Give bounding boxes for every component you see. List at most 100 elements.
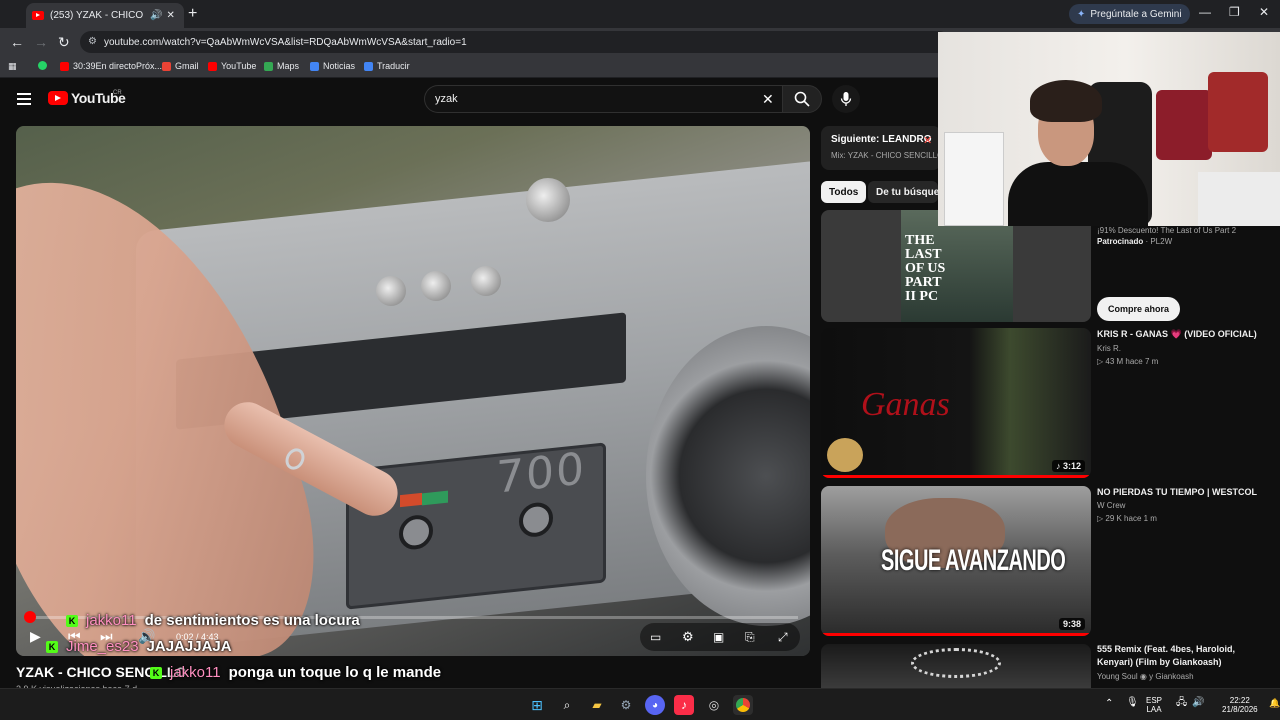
bookmark-news[interactable]: Noticias [310,61,355,71]
video-title[interactable]: NO PIERDAS TU TIEMPO | WESTCOL [1097,486,1267,499]
subtitles-icon[interactable]: ▭ [650,630,661,644]
clear-search-icon[interactable]: ✕ [762,91,774,108]
mix-label: Mix: YZAK - CHICO SENCILLO [831,151,944,160]
chat-username: jakko11 [170,664,221,681]
bookmark-label: Traducir [377,61,410,71]
search-button[interactable] [782,85,822,113]
bookmark-label: Noticias [323,61,356,71]
search-icon [794,91,810,107]
chat-message: K Jime_es23 JAJAJJAJA [46,638,232,655]
channel-line: Young Soul ◉ y Giankoash [1097,672,1194,681]
play-icon[interactable]: ▶ [30,628,41,645]
close-next-icon[interactable]: ✕ [923,134,932,147]
channel-name[interactable]: Kris R. [1097,344,1121,353]
show-hidden-icons-icon[interactable]: ⌃ [1105,699,1113,709]
bed-image [1198,172,1280,226]
kick-badge-icon: K [46,640,58,653]
channel-name[interactable]: W Crew [1097,501,1125,510]
bookmark-label: Maps [277,61,300,71]
forward-arrow-icon[interactable]: → [34,34,48,50]
streamer-hair-image [1030,80,1102,122]
youtube-favicon-icon [32,11,44,20]
clock-time: 22:22 [1229,696,1250,705]
address-bar[interactable]: ⚙ youtube.com/watch?v=QaAbWmWcVSA&list=R… [80,31,950,53]
cast-icon[interactable]: ⎘ [745,630,755,645]
new-tab-button[interactable]: + [188,5,197,23]
shoe-shelf-image [944,132,1004,226]
verified-icon: ◉ [1139,672,1147,681]
ad-thumb-text: THE LAST OF US PART II PC [905,233,946,304]
watched-progress-bar [821,475,1091,478]
notifications-icon[interactable]: 🔔 [1269,699,1280,708]
language-indicator[interactable]: ESP LAA [1146,696,1162,714]
ad-thumbnail[interactable]: THE LAST OF US PART II PC [821,210,1091,322]
ask-gemini-button[interactable]: ✦ Pregúntale a Gemini [1069,4,1190,24]
site-info-icon[interactable]: ⚙ [88,36,97,47]
news-icon [310,61,319,71]
apps-grid-icon[interactable]: ▦ [8,61,17,72]
channel-name[interactable]: Young Soul [1097,672,1138,681]
settings-gear-icon[interactable]: ⚙ [616,695,636,715]
search-icon[interactable]: ⌕ [557,695,577,715]
next-label: Siguiente: LEANDRO [831,134,932,145]
chrome-icon[interactable] [733,695,753,715]
thumb-text: SIGUE AVANZANDO [881,544,1066,578]
video-thumbnail[interactable]: SIGUE AVANZANDO 9:38 [821,486,1091,636]
bookmark-gmail[interactable]: Gmail [162,61,199,71]
settings-gear-icon[interactable]: ⚙ [682,629,694,645]
bookmark-maps[interactable]: Maps [264,61,299,71]
streaming-app-icon[interactable]: ◎ [704,695,724,715]
menu-icon[interactable] [17,93,31,105]
minimize-window-icon[interactable]: — [1199,5,1211,19]
country-code: CR [113,90,122,96]
discord-icon[interactable]: ◕ [645,695,665,715]
reload-icon[interactable]: ↻ [58,34,70,51]
video-title[interactable]: KRIS R - GANAS 💗 (VIDEO OFICIAL) [1097,328,1267,341]
scrubber-handle[interactable] [24,611,36,623]
volume-icon[interactable]: 🔊 [1192,698,1204,708]
chip-all[interactable]: Todos [821,181,867,203]
browser-tab-youtube[interactable]: (253) YZAK - CHICO SENCILLO 🔊 ✕ [26,3,184,28]
jersey-image [1156,90,1212,160]
microphone-icon[interactable]: 🎙 [1126,698,1139,708]
bookmark-youtube[interactable]: YouTube [208,61,256,71]
bookmark-live[interactable]: 30:39En directoPróx... [60,61,162,71]
video-thumbnail[interactable]: Ganas ♪ 3:12 [821,328,1091,478]
whatsapp-icon[interactable] [38,61,47,70]
close-window-icon[interactable]: ✕ [1259,5,1269,19]
fullscreen-icon[interactable]: ⤢ [778,630,788,645]
ad-channel-line: Patrocinado · PL2W [1097,237,1173,246]
video-thumbnail[interactable] [821,644,1091,688]
windows-start-icon[interactable]: ⊞ [527,695,547,715]
playlist-next-card[interactable]: Siguiente: LEANDRO Mix: YZAK - CHICO SEN… [821,126,944,170]
chat-text: ponga un toque lo q le mande [228,664,442,681]
miniplayer-icon[interactable]: ▣ [713,630,724,644]
speaker-icon[interactable]: 🔊 [150,10,162,21]
duration-badge: 9:38 [1058,618,1085,630]
music-app-icon[interactable]: ♪ [674,695,694,715]
video-title[interactable]: 555 Remix (Feat. 4bes, Haroloid, Kenyari… [1097,643,1267,669]
search-input[interactable]: yzak [424,85,784,113]
browser-tab-bar: (253) YZAK - CHICO SENCILLO 🔊 ✕ + ✦ Preg… [0,0,1280,28]
kick-badge-icon: K [150,666,162,679]
knob-image [376,276,406,306]
voice-search-button[interactable] [832,85,860,113]
chip-from-search[interactable]: De tu búsqueda [868,181,938,203]
network-icon[interactable]: 🖧 [1176,698,1187,708]
bookmark-translate[interactable]: Traducir [364,61,410,71]
file-explorer-icon[interactable]: ▰ [587,695,607,715]
back-arrow-icon[interactable]: ← [10,34,24,50]
video-player[interactable]: 700 ▶ ⏮ ⏭ 🔊 0:02 / 4:43 ▭ ⚙ ▣ ⎘ ⤢ [16,126,810,656]
microphone-icon [840,92,852,106]
watched-progress-bar [821,633,1091,636]
tab-title: (253) YZAK - CHICO SENCILLO [50,10,146,21]
video-stats: ▷ 29 K hace 1 m [1097,514,1157,523]
close-tab-icon[interactable]: ✕ [166,10,174,21]
restore-window-icon[interactable]: ❐ [1229,5,1240,19]
chat-username: jakko11 [86,612,137,629]
clock[interactable]: 22:22 21/8/2026 [1222,696,1258,714]
shop-now-button[interactable]: Compre ahora [1097,297,1181,321]
gmail-icon [162,61,171,71]
knob-image [471,266,501,296]
knob-image [421,271,451,301]
